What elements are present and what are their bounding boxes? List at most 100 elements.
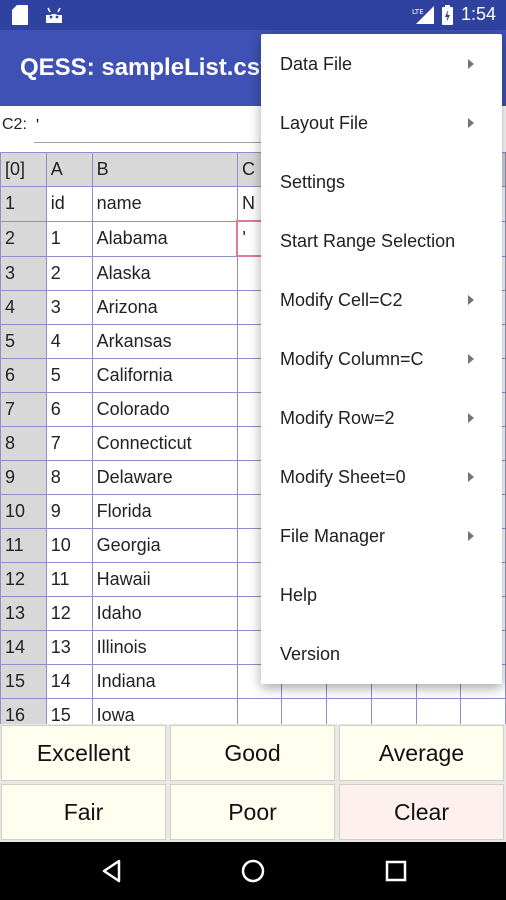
submenu-arrow-icon — [468, 118, 474, 128]
row-header[interactable]: 8 — [0, 426, 47, 461]
submenu-arrow-icon — [468, 531, 474, 541]
row-header[interactable]: 10 — [0, 494, 47, 529]
table-row: 16 15 Iowa — [0, 698, 506, 725]
cell-a[interactable]: 13 — [45, 630, 93, 665]
row-header[interactable]: 7 — [0, 392, 47, 427]
cell-b[interactable]: Indiana — [91, 664, 238, 699]
cell-a[interactable]: 12 — [45, 596, 93, 631]
row-header[interactable]: 15 — [0, 664, 47, 699]
menu-item-file-manager[interactable]: File Manager — [261, 507, 502, 566]
empty-cell[interactable] — [460, 698, 506, 725]
android-icon — [46, 7, 62, 23]
row-header[interactable]: 13 — [0, 596, 47, 631]
svg-text:LTE: LTE — [412, 8, 424, 16]
cell-a[interactable]: id — [45, 186, 93, 222]
column-header[interactable]: B — [91, 152, 238, 187]
column-header[interactable]: A — [45, 152, 93, 187]
cell-a[interactable]: 11 — [45, 562, 93, 597]
menu-item-settings[interactable]: Settings — [261, 153, 502, 212]
good-button[interactable]: Good — [170, 725, 335, 781]
status-left — [12, 5, 64, 25]
row-header[interactable]: 4 — [0, 290, 47, 325]
row-header[interactable]: 3 — [0, 255, 47, 291]
cell-b[interactable]: Delaware — [91, 460, 238, 495]
cell-a[interactable]: 4 — [45, 324, 93, 359]
app-title: QESS: sampleList.csv — [20, 54, 274, 81]
cell-a[interactable]: 7 — [45, 426, 93, 461]
menu-item-version[interactable]: Version — [261, 625, 502, 684]
lte-signal-icon: LTE — [412, 5, 434, 24]
cell-a[interactable]: 15 — [45, 698, 93, 725]
row-header[interactable]: 1 — [0, 186, 47, 222]
cell-a[interactable]: 9 — [45, 494, 93, 529]
cell-b[interactable]: name — [91, 186, 238, 222]
status-right: LTE 1:54 — [412, 4, 496, 25]
cell-b[interactable]: Idaho — [91, 596, 238, 631]
row-header[interactable]: 6 — [0, 358, 47, 393]
cell-a[interactable]: 6 — [45, 392, 93, 427]
home-icon[interactable] — [240, 858, 266, 884]
cell-a[interactable]: 10 — [45, 528, 93, 563]
menu-item-modify-column[interactable]: Modify Column=C — [261, 330, 502, 389]
menu-item-modify-row[interactable]: Modify Row=2 — [261, 389, 502, 448]
menu-item-label: Data File — [280, 54, 353, 74]
menu-item-label: Start Range Selection — [280, 231, 456, 251]
empty-cell[interactable] — [415, 698, 462, 725]
cell-b[interactable]: Iowa — [91, 698, 238, 725]
row-header[interactable]: 9 — [0, 460, 47, 495]
cell-a[interactable]: 5 — [45, 358, 93, 393]
cell-a[interactable]: 1 — [45, 220, 93, 257]
menu-item-modify-cell[interactable]: Modify Cell=C2 — [261, 271, 502, 330]
row-header[interactable]: 12 — [0, 562, 47, 597]
submenu-arrow-icon — [468, 413, 474, 423]
empty-cell[interactable] — [281, 698, 328, 725]
cell-a[interactable]: 14 — [45, 664, 93, 699]
row-header[interactable]: 2 — [0, 220, 47, 257]
overflow-menu: Data File Layout File Settings Start Ran… — [261, 34, 502, 684]
cell-a[interactable]: 8 — [45, 460, 93, 495]
submenu-arrow-icon — [468, 295, 474, 305]
fair-button[interactable]: Fair — [1, 784, 166, 840]
menu-item-label: Version — [280, 644, 341, 664]
cell-b[interactable]: Colorado — [91, 392, 238, 427]
row-header[interactable]: 16 — [0, 698, 47, 725]
cell-b[interactable]: Florida — [91, 494, 238, 529]
menu-item-label: Modify Column=C — [280, 349, 424, 369]
menu-item-layout-file[interactable]: Layout File — [261, 94, 502, 153]
cell-a[interactable]: 2 — [45, 255, 93, 291]
clear-button[interactable]: Clear — [339, 784, 504, 840]
menu-item-label: Modify Row=2 — [280, 408, 395, 428]
empty-cell[interactable] — [370, 698, 417, 725]
poor-button[interactable]: Poor — [170, 784, 335, 840]
cell-a[interactable]: 3 — [45, 290, 93, 325]
menu-item-label: Modify Sheet=0 — [280, 467, 406, 487]
cell-b[interactable]: Alabama — [91, 220, 238, 257]
submenu-arrow-icon — [468, 472, 474, 482]
excellent-button[interactable]: Excellent — [1, 725, 166, 781]
cell-b[interactable]: California — [91, 358, 238, 393]
cell-b[interactable]: Connecticut — [91, 426, 238, 461]
navigation-bar — [0, 842, 506, 900]
cell-b[interactable]: Arizona — [91, 290, 238, 325]
menu-item-label: Help — [280, 585, 318, 605]
cell-c[interactable] — [236, 698, 283, 725]
cell-b[interactable]: Hawaii — [91, 562, 238, 597]
back-icon[interactable] — [99, 858, 125, 884]
average-button[interactable]: Average — [339, 725, 504, 781]
status-bar: LTE 1:54 — [0, 0, 506, 30]
menu-item-start-range-selection[interactable]: Start Range Selection — [261, 212, 502, 271]
cell-b[interactable]: Georgia — [91, 528, 238, 563]
menu-item-modify-sheet[interactable]: Modify Sheet=0 — [261, 448, 502, 507]
menu-item-data-file[interactable]: Data File — [261, 35, 502, 94]
row-header[interactable]: 11 — [0, 528, 47, 563]
cell-b[interactable]: Illinois — [91, 630, 238, 665]
cell-b[interactable]: Arkansas — [91, 324, 238, 359]
sheet-corner-cell[interactable]: [0] — [0, 152, 47, 187]
menu-item-help[interactable]: Help — [261, 566, 502, 625]
recents-icon[interactable] — [383, 858, 409, 884]
cell-b[interactable]: Alaska — [91, 255, 238, 291]
submenu-arrow-icon — [468, 354, 474, 364]
row-header[interactable]: 5 — [0, 324, 47, 359]
empty-cell[interactable] — [326, 698, 372, 725]
row-header[interactable]: 14 — [0, 630, 47, 665]
